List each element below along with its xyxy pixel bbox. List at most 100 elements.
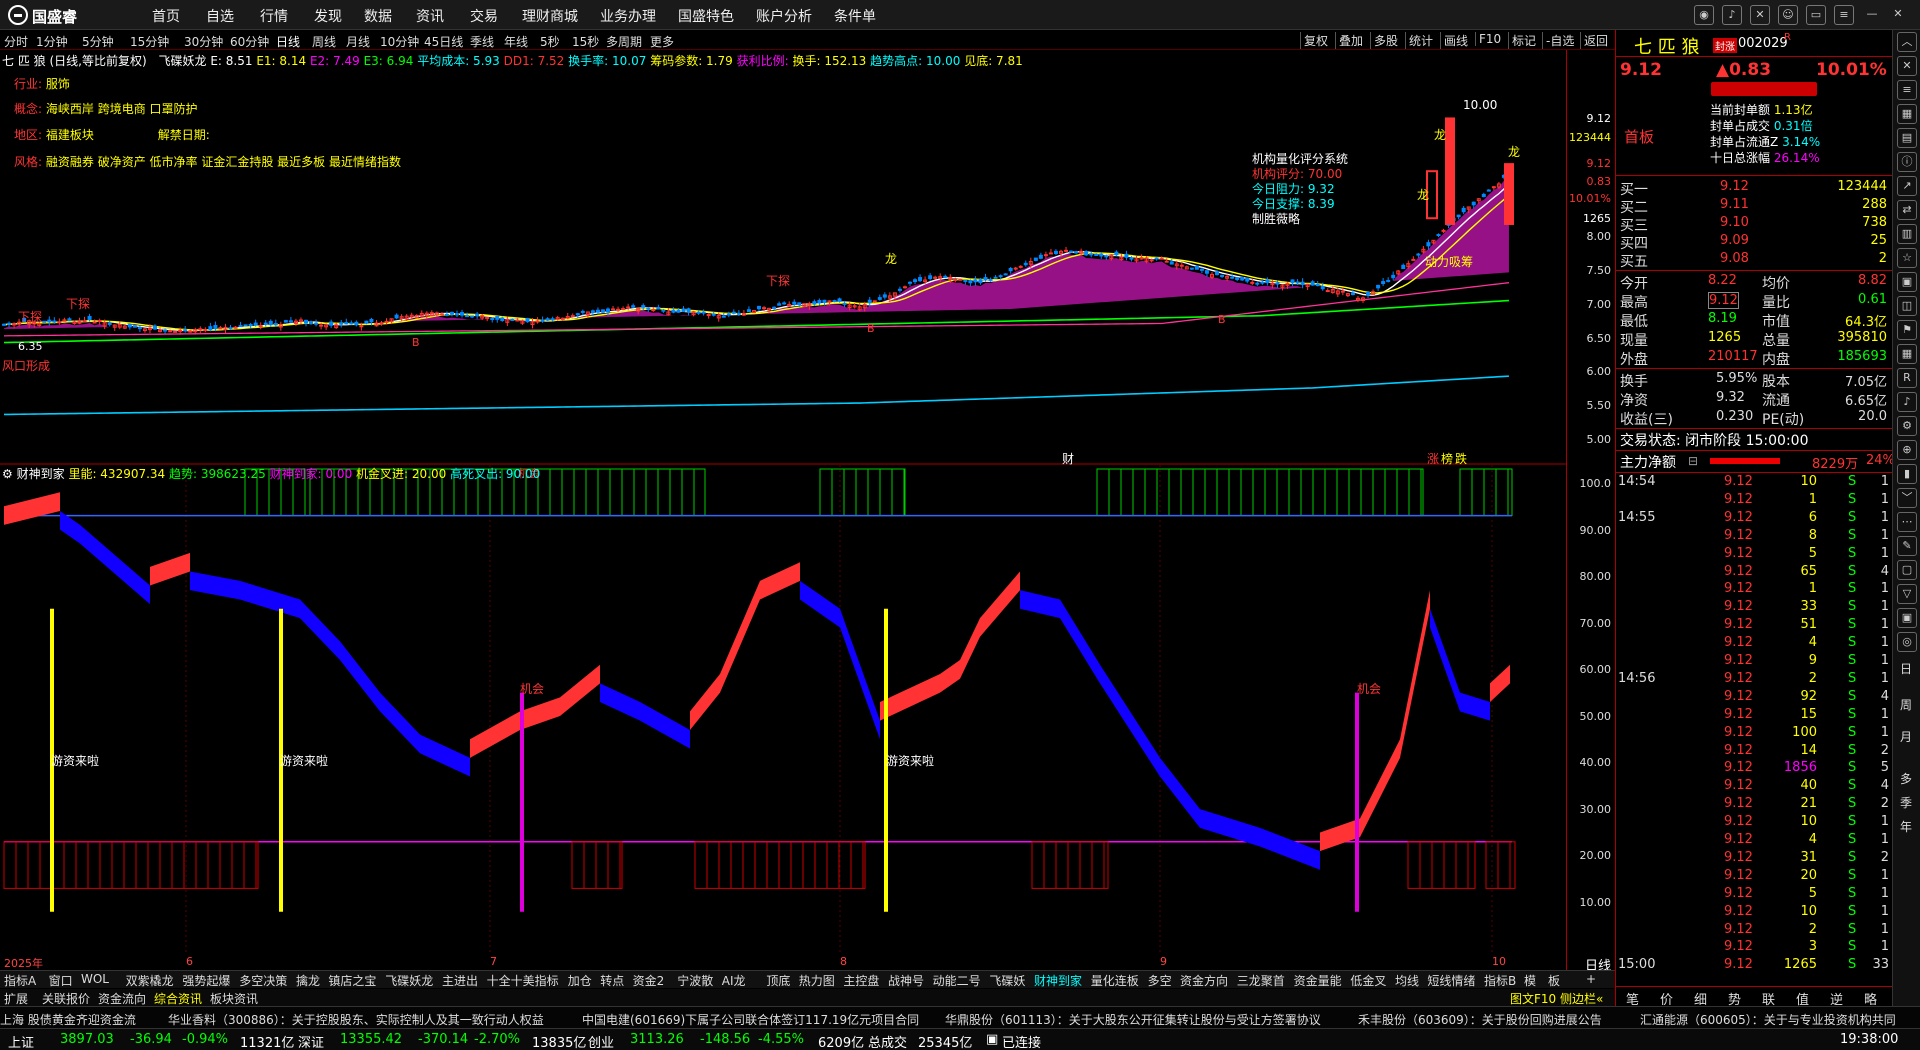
sidebar-layer-icon[interactable]: ◫ [1897, 296, 1917, 316]
quote-tab[interactable]: 联 [1762, 989, 1775, 1008]
menu-item-conditional-order[interactable]: 条件单 [834, 6, 876, 26]
period-tab-15sec[interactable]: 15秒 [572, 33, 599, 50]
period-tab-timeshare[interactable]: 分时 [4, 33, 28, 50]
sidebar-star-icon[interactable]: ☆ [1897, 248, 1917, 268]
indicator-tab[interactable]: 资金量能 [1294, 972, 1342, 989]
sidebar-zoom-icon[interactable]: ⊕ [1897, 440, 1917, 460]
order-book-row[interactable]: 买五 9.08 2 [1616, 250, 1893, 270]
period-tab-15min[interactable]: 15分钟 [130, 33, 169, 50]
order-book-row[interactable]: 买四 9.09 25 [1616, 232, 1893, 252]
period-tab-quarter[interactable]: 季线 [470, 33, 494, 50]
indicator-tab[interactable]: 财神到家 [1034, 972, 1082, 989]
indicator-tab[interactable]: 飞碟妖 [989, 972, 1025, 989]
indicator-tab[interactable]: 短线情绪 [1427, 972, 1475, 989]
indicator-tab[interactable]: AI龙 [722, 972, 746, 989]
indicator-tab-right[interactable]: 板 [1548, 972, 1560, 989]
indicator-tab[interactable]: 资金方向 [1180, 972, 1228, 989]
ticker-item-4[interactable]: 华鼎股份（601113）：关于大股东公开征集转让股份与受让方签署协议 [945, 1011, 1321, 1028]
quote-tab[interactable]: 逆 [1830, 989, 1843, 1008]
ticker-item-1[interactable]: 上海 股债黄金齐迎资金流 [0, 1011, 136, 1028]
indicator-settings-icon[interactable]: ⚙ [2, 467, 13, 481]
sidebar-cube-icon[interactable]: ▣ [1897, 272, 1917, 292]
sidebar-board-icon[interactable]: ▢ [1897, 560, 1917, 580]
period-tab-5sec[interactable]: 5秒 [540, 33, 560, 50]
menu-item-trade[interactable]: 交易 [470, 6, 498, 26]
toolbar-back[interactable]: 返回 [1580, 32, 1611, 49]
indicator-tab[interactable]: 加仓 [568, 972, 592, 989]
indicator-tab[interactable]: 转点 [600, 972, 624, 989]
toolbar-draw[interactable]: 画线 [1440, 32, 1471, 49]
indicator-tab[interactable]: 资金2 [633, 972, 665, 989]
sidebar-grid-icon[interactable]: ▦ [1897, 104, 1917, 124]
toolbar-watch[interactable]: -自选 [1542, 32, 1577, 49]
sh-label[interactable]: 上证 [8, 1032, 34, 1050]
indicator-tab[interactable]: 三龙聚首 [1237, 972, 1285, 989]
ticker-item-6[interactable]: 汇通能源（600605）：关于与专业投资机构共同 [1640, 1011, 1896, 1028]
sidebar-period-week[interactable]: 周 [1900, 696, 1912, 713]
period-tab-10min[interactable]: 10分钟 [380, 33, 419, 50]
menu-item-data[interactable]: 数据 [364, 6, 392, 26]
indicator-tab[interactable]: 主控盘 [843, 972, 879, 989]
period-tab-more[interactable]: 更多 [650, 33, 674, 50]
indicator-tab-right[interactable]: 指标B [1484, 972, 1516, 989]
app-logo[interactable]: 国盛睿 [8, 4, 92, 26]
sidebar-target-icon[interactable]: ◎ [1897, 632, 1917, 652]
quote-tab[interactable]: 略 [1864, 989, 1877, 1008]
order-book-row[interactable]: 买三 9.10 738 [1616, 214, 1893, 234]
indicator-tab[interactable]: 强势起爆 [182, 972, 230, 989]
quote-tab[interactable]: 笔 [1626, 989, 1639, 1008]
tab-fund-flow[interactable]: 资金流向 [98, 990, 146, 1007]
sidebar-calc-icon[interactable]: ▦ [1897, 344, 1917, 364]
toolbar-mark[interactable]: 标记 [1508, 32, 1539, 49]
indicator-tab[interactable]: 低金叉 [1350, 972, 1386, 989]
indicator-tab-right[interactable]: + [1586, 972, 1596, 986]
ticker-item-5[interactable]: 禾丰股份（603609）：关于股份回购进展公告 [1358, 1011, 1602, 1028]
sidebar-up-icon[interactable]: ︿ [1897, 32, 1917, 52]
indicator-tab[interactable]: 量化连板 [1091, 972, 1139, 989]
period-tab-5min[interactable]: 5分钟 [82, 33, 114, 50]
sidebar-period-multi[interactable]: 多 [1900, 770, 1912, 787]
cy-label[interactable]: 创业 [588, 1032, 614, 1050]
menu-item-home[interactable]: 首页 [152, 6, 180, 26]
tools-icon[interactable]: ✕ [1750, 5, 1770, 25]
menu-item-discover[interactable]: 发现 [314, 6, 342, 26]
sz-label[interactable]: 深证 [298, 1032, 324, 1050]
sidebar-filter-icon[interactable]: ▽ [1897, 584, 1917, 604]
sidebar-flag-icon[interactable]: ⚑ [1897, 320, 1917, 340]
toolbar-adjust[interactable]: 复权 [1300, 32, 1331, 49]
order-book-row[interactable]: 买二 9.11 288 [1616, 196, 1893, 216]
indicator-tab[interactable]: 指标A [4, 972, 36, 989]
sidebar-close-icon[interactable]: ✕ [1897, 56, 1917, 76]
chat-icon[interactable]: ◉ [1694, 5, 1714, 25]
menu-item-business[interactable]: 业务办理 [600, 6, 656, 26]
monitor-icon[interactable]: ▭ [1806, 5, 1826, 25]
period-tab-30min[interactable]: 30分钟 [184, 33, 223, 50]
sidebar-info-icon[interactable]: ⓘ [1897, 152, 1917, 172]
toolbar-overlay[interactable]: 叠加 [1335, 32, 1366, 49]
indicator-tab[interactable]: 擒龙 [296, 972, 320, 989]
ticker-item-2[interactable]: 华业香料（300886）：关于控股股东、实际控制人及其一致行动人权益 [168, 1011, 544, 1028]
menu-item-wealth-mall[interactable]: 理财商城 [522, 6, 578, 26]
period-tab-1min[interactable]: 1分钟 [36, 33, 68, 50]
indicator-legend-name[interactable]: 财神到家 [17, 467, 65, 481]
indicator-tab[interactable]: 均线 [1395, 972, 1419, 989]
period-tab-60min[interactable]: 60分钟 [230, 33, 269, 50]
indicator-tab-right[interactable]: 模 [1524, 972, 1536, 989]
sidebar-settings-icon[interactable]: ⚙ [1897, 416, 1917, 436]
period-tab-daily[interactable]: 日线 [276, 33, 300, 50]
indicator-tab[interactable]: 窗口 [49, 972, 73, 989]
sidebar-pen-icon[interactable]: ✎ [1897, 536, 1917, 556]
quote-tab[interactable]: 值 [1796, 989, 1809, 1008]
sidebar-bell-icon[interactable]: ♪ [1897, 392, 1917, 412]
indicator-tab[interactable]: 多空决策 [239, 972, 287, 989]
indicator-tab[interactable]: 双紫橇龙 [126, 972, 174, 989]
indicator-tab[interactable]: 多空 [1148, 972, 1172, 989]
indicator-tab[interactable]: 飞碟妖龙 [385, 972, 433, 989]
indicator-tab[interactable]: 镇店之宝 [328, 972, 376, 989]
sidebar-period-quarter[interactable]: 季 [1900, 794, 1912, 811]
indicator-tab[interactable]: 宁波散 [677, 972, 713, 989]
sidebar-doc-icon[interactable]: ▥ [1897, 224, 1917, 244]
sidebar-down-icon[interactable]: ﹀ [1897, 488, 1917, 508]
flow-toggle-icon[interactable]: ⊟ [1688, 454, 1698, 468]
indicator-tab[interactable]: 战神号 [888, 972, 924, 989]
